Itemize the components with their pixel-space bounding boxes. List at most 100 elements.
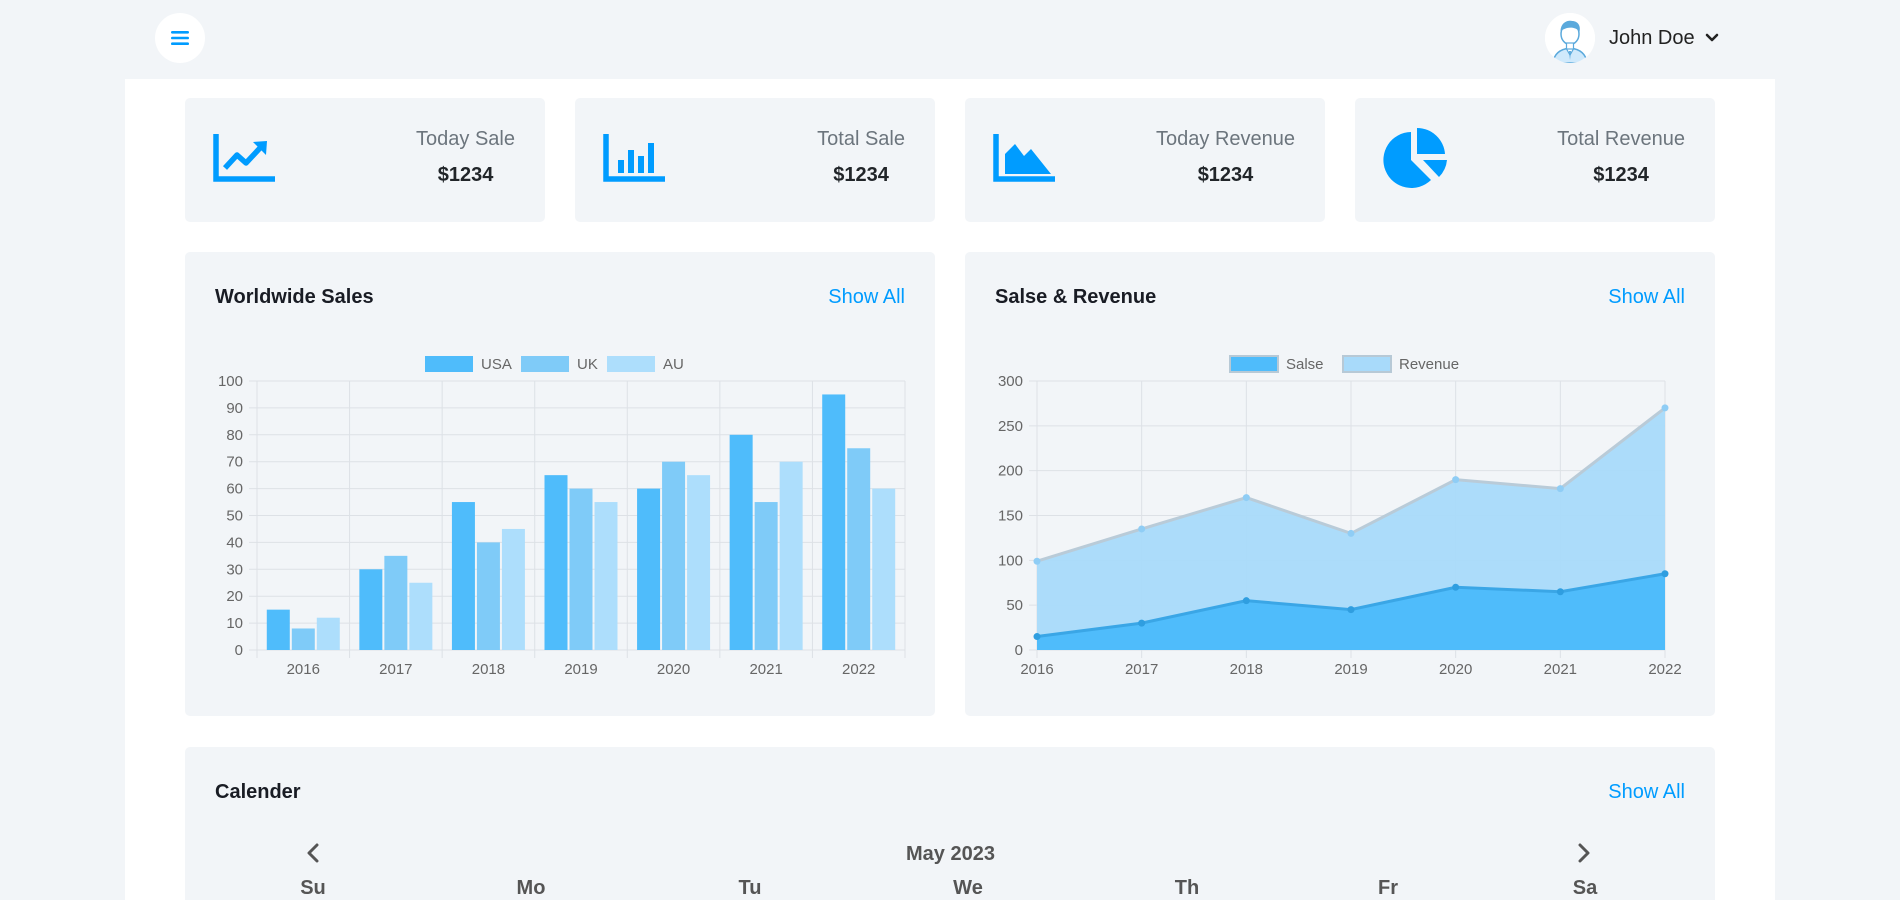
chart-area-icon [993, 134, 1055, 182]
revenue-point [1661, 404, 1669, 412]
y-tick-label: 0 [235, 642, 243, 659]
bar [544, 475, 568, 650]
user-avatar-icon [1545, 13, 1595, 63]
legend-label: USA [481, 356, 512, 373]
y-tick-label: 30 [226, 561, 243, 578]
stat-card-today-revenue: Today Revenue $1234 [965, 98, 1325, 222]
salse-point [1242, 597, 1250, 605]
legend-label: UK [577, 356, 598, 373]
y-tick-label: 90 [226, 400, 243, 417]
user-menu[interactable]: John Doe [1545, 13, 1775, 63]
revenue-point [1556, 485, 1564, 493]
legend-swatch [425, 356, 473, 372]
revenue-point [1242, 494, 1250, 502]
sales-revenue-card: Salse & Revenue Show All Salse Revenue 0 50… [965, 252, 1715, 716]
x-tick-label: 2016 [1020, 661, 1053, 678]
card-title: Calender [215, 781, 301, 803]
top-navbar: John Doe [125, 0, 1775, 79]
salse-point [1138, 619, 1146, 627]
weekday-label: Th [1174, 877, 1200, 899]
weekday-label: Fr [1378, 877, 1398, 899]
stat-label: Total Revenue [1557, 128, 1685, 150]
worldwide-sales-card: Worldwide Sales Show All USA UK AU 0 10 20 30 4… [185, 252, 935, 716]
x-tick-label: 2018 [1230, 661, 1263, 678]
avatar [1545, 13, 1595, 63]
stat-card-total-revenue: Total Revenue $1234 [1355, 98, 1715, 222]
sidebar-toggle-button[interactable] [155, 13, 205, 63]
y-tick-label: 10 [226, 615, 243, 632]
prev-month-icon[interactable] [306, 843, 320, 863]
bar [266, 609, 290, 650]
bar [662, 461, 686, 650]
bar [779, 461, 803, 650]
weekday-label: Su [300, 877, 326, 899]
revenue-point [1347, 529, 1355, 537]
salse-point [1033, 633, 1041, 641]
chart-pie-icon [1383, 128, 1447, 188]
y-tick-label: 150 [998, 508, 1023, 525]
y-tick-label: 50 [226, 508, 243, 525]
salse-point [1556, 588, 1564, 596]
bar [847, 448, 871, 650]
y-tick-label: 200 [998, 463, 1023, 480]
content-area: Today Sale $1234 Total Sale $1234 Today … [125, 79, 1775, 900]
y-tick-label: 70 [226, 454, 243, 471]
salse-point [1452, 583, 1460, 591]
calendar-card: Calender Show All May 2023 Su Mo Tu We T… [185, 747, 1715, 900]
stat-label: Today Revenue [1156, 128, 1295, 150]
stat-value: $1234 [833, 164, 889, 186]
revenue-point [1452, 476, 1460, 484]
bar [569, 488, 593, 650]
legend-swatch [607, 356, 655, 372]
x-tick-label: 2017 [1125, 661, 1158, 678]
x-tick-label: 2021 [1544, 661, 1577, 678]
chart-bar-icon [603, 134, 665, 182]
bar [451, 502, 475, 650]
bar [754, 502, 778, 650]
salse-point [1661, 570, 1669, 578]
x-tick-label: 2016 [287, 661, 320, 678]
stat-value: $1234 [1593, 164, 1649, 186]
y-tick-label: 60 [226, 481, 243, 498]
y-tick-label: 20 [226, 588, 243, 605]
worldwide-sales-chart: USA UK AU 0 10 20 30 40 50 60 70 80 90 100 2016 2017 201… [218, 356, 906, 678]
bar [409, 582, 433, 650]
menu-icon [171, 31, 189, 45]
weekday-label: Mo [516, 877, 546, 899]
y-tick-label: 300 [998, 373, 1023, 390]
y-tick-label: 0 [1015, 642, 1023, 659]
x-tick-label: 2022 [842, 661, 875, 678]
show-all-link[interactable]: Show All [1608, 781, 1685, 804]
legend-swatch [521, 356, 569, 372]
stat-value: $1234 [1197, 164, 1254, 186]
x-tick-label: 2022 [1648, 661, 1681, 678]
sales-revenue-chart: Salse Revenue 0 50 100 150 200 250 300 2016 2017 20… [998, 355, 1682, 678]
next-month-icon[interactable] [1577, 843, 1591, 863]
y-tick-label: 50 [1006, 597, 1023, 614]
weekday-label: We [953, 877, 983, 899]
legend-label: Revenue [1399, 356, 1459, 373]
bar [291, 628, 315, 650]
bar [822, 394, 846, 650]
x-tick-label: 2020 [657, 661, 690, 678]
bar [729, 434, 753, 650]
stat-value: $1234 [437, 164, 494, 186]
weekday-label: Tu [738, 877, 762, 899]
user-name: John Doe [1609, 26, 1695, 49]
x-tick-label: 2017 [379, 661, 412, 678]
y-tick-label: 100 [218, 373, 243, 390]
chart-line-icon [213, 134, 275, 182]
x-tick-label: 2021 [749, 661, 782, 678]
y-tick-label: 100 [998, 552, 1023, 569]
legend-label: AU [663, 356, 684, 373]
bar [476, 542, 500, 650]
calendar-month-title: May 2023 [906, 843, 995, 865]
stat-label: Today Sale [416, 128, 515, 150]
revenue-point [1138, 525, 1146, 533]
stat-card-total-sale: Total Sale $1234 [575, 98, 935, 222]
legend-label: Salse [1286, 356, 1324, 373]
x-tick-label: 2019 [564, 661, 597, 678]
stat-card-today-sale: Today Sale $1234 [185, 98, 545, 222]
legend-swatch [1229, 355, 1279, 373]
y-tick-label: 80 [226, 427, 243, 444]
